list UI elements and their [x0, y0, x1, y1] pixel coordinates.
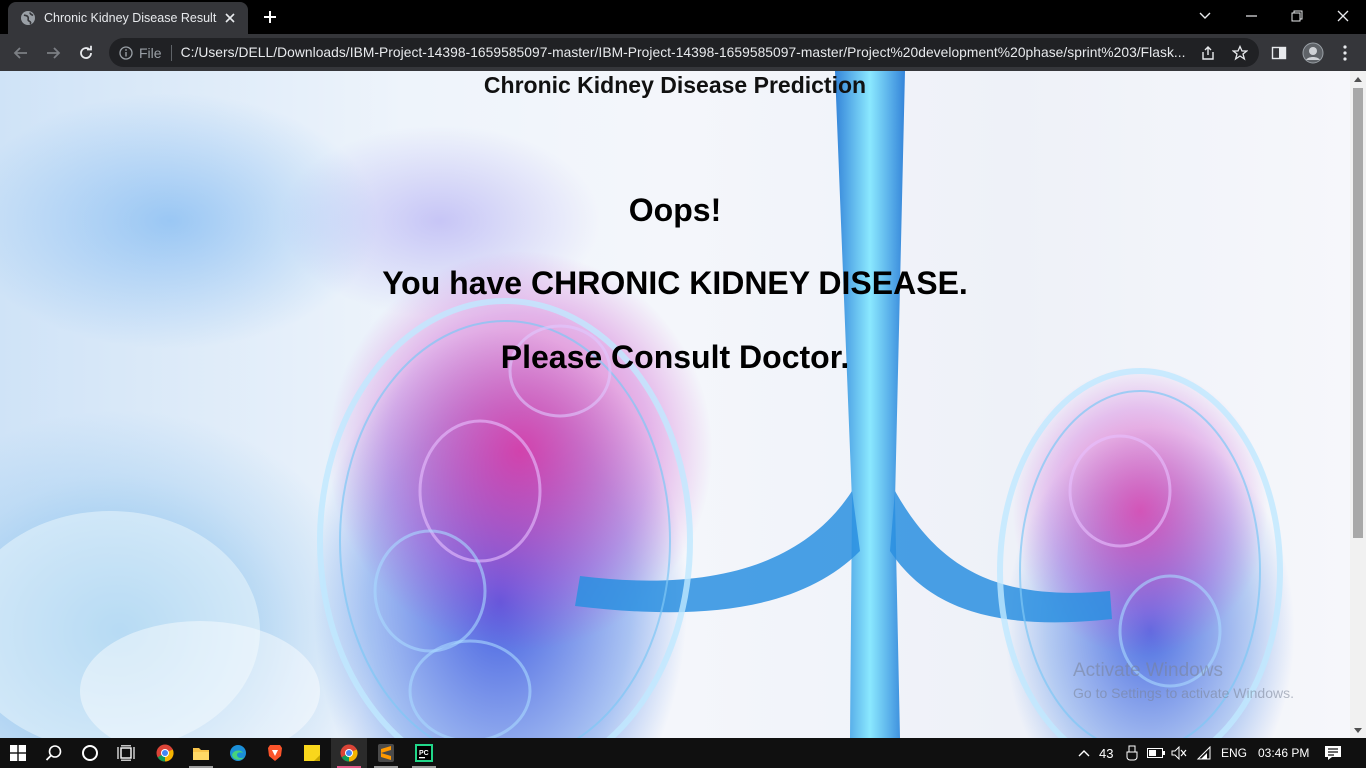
usb-device-icon[interactable]	[1121, 738, 1143, 768]
file-explorer-icon[interactable]	[183, 738, 219, 768]
minimize-button[interactable]	[1228, 0, 1274, 32]
chrome-taskbar-icon[interactable]	[147, 738, 183, 768]
page-title: Chronic Kidney Disease Prediction	[483, 72, 867, 98]
weather-temperature[interactable]: 43	[1099, 738, 1113, 768]
file-scheme-label: File	[139, 44, 162, 61]
result-exclamation: Oops!	[628, 192, 722, 228]
share-icon[interactable]	[1199, 44, 1217, 62]
title-bar: Chronic Kidney Disease Result	[0, 0, 1366, 34]
menu-kebab-icon[interactable]	[1332, 40, 1358, 66]
input-language[interactable]: ENG	[1221, 738, 1247, 768]
page-viewport: Chronic Kidney Disease Prediction Oops! …	[0, 71, 1350, 738]
scroll-up-arrow-icon[interactable]	[1350, 71, 1366, 87]
forward-button[interactable]	[40, 40, 66, 66]
search-icon[interactable]	[36, 738, 72, 768]
info-icon[interactable]	[119, 45, 133, 60]
activate-windows-title: Activate Windows	[1073, 660, 1223, 681]
windows-taskbar: PC 43 ENG 03:46 PM	[0, 738, 1366, 768]
vertical-scrollbar[interactable]	[1350, 71, 1366, 738]
kidney-background-image	[0, 71, 1283, 738]
tab-search-button[interactable]	[1182, 0, 1228, 32]
system-clock[interactable]: 03:46 PM	[1258, 738, 1309, 768]
cortana-icon[interactable]	[72, 738, 108, 768]
action-center-icon[interactable]	[1316, 738, 1350, 768]
address-bar[interactable]: File C:/Users/DELL/Downloads/IBM-Project…	[109, 38, 1259, 67]
chrome-active-taskbar-icon[interactable]	[331, 738, 367, 768]
close-tab-icon[interactable]	[222, 10, 238, 26]
scrollbar-thumb[interactable]	[1353, 88, 1363, 538]
profile-avatar[interactable]	[1300, 40, 1326, 66]
omnibox-divider	[170, 44, 172, 61]
windows-start-icon[interactable]	[0, 738, 36, 768]
wifi-icon[interactable]	[1193, 738, 1215, 768]
browser-tab[interactable]: Chronic Kidney Disease Result	[8, 2, 248, 34]
svg-text:PC: PC	[419, 750, 429, 757]
pycharm-icon[interactable]: PC	[406, 738, 442, 768]
url-text[interactable]: C:/Users/DELL/Downloads/IBM-Project-1439…	[181, 45, 1191, 60]
tab-title: Chronic Kidney Disease Result	[44, 11, 217, 25]
scroll-down-arrow-icon[interactable]	[1350, 722, 1366, 738]
activate-windows-hint: Go to Settings to activate Windows.	[1073, 685, 1294, 701]
show-hidden-icons-chevron-icon[interactable]	[1072, 738, 1096, 768]
back-button[interactable]	[8, 40, 34, 66]
browser-toolbar: File C:/Users/DELL/Downloads/IBM-Project…	[0, 34, 1366, 71]
close-window-button[interactable]	[1320, 0, 1366, 32]
side-panel-icon[interactable]	[1266, 40, 1292, 66]
edge-icon[interactable]	[220, 738, 256, 768]
restore-button[interactable]	[1274, 0, 1320, 32]
sticky-notes-icon[interactable]	[294, 738, 330, 768]
task-view-icon[interactable]	[108, 738, 144, 768]
sublime-text-icon[interactable]	[368, 738, 404, 768]
brave-icon[interactable]	[257, 738, 293, 768]
bookmark-star-icon[interactable]	[1231, 44, 1249, 62]
result-advice: Please Consult Doctor.	[500, 339, 850, 375]
globe-icon	[20, 10, 36, 26]
reload-button[interactable]	[73, 40, 99, 66]
new-tab-button[interactable]	[258, 6, 282, 28]
volume-muted-icon[interactable]	[1168, 738, 1190, 768]
result-diagnosis: You have CHRONIC KIDNEY DISEASE.	[382, 265, 968, 301]
battery-icon[interactable]	[1145, 738, 1167, 768]
